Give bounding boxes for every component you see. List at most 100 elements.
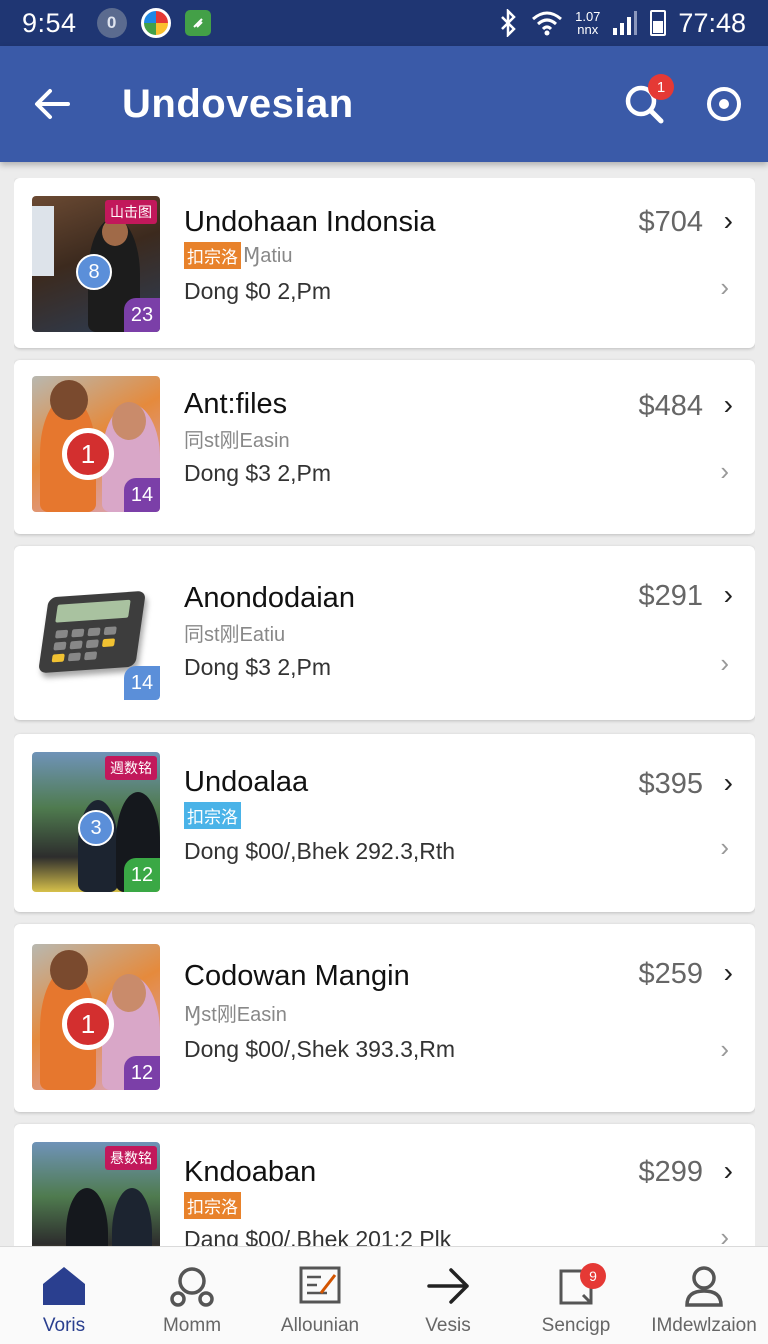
person-figure [66, 1188, 108, 1246]
network-speed-indicator: 1.07 nnx [575, 10, 600, 36]
item-tag-suffix: Ɱatiu [243, 245, 293, 267]
count-badge: 14 [124, 666, 160, 700]
profile-icon [685, 1266, 723, 1307]
chevron-right-icon[interactable]: › [724, 579, 733, 611]
nav-label: Momm [162, 1315, 222, 1336]
item-tag-row: 同st刚Eatiu [184, 618, 285, 647]
person-head [50, 380, 88, 420]
chevron-right-icon[interactable]: › [720, 1222, 729, 1246]
bluetooth-icon [501, 9, 516, 37]
thumbnail-label: 山击图 [105, 200, 157, 224]
page-title: Undovesian [122, 81, 354, 126]
item-subtitle: Dong $00/,Bhek 292.3,Rth [184, 838, 456, 864]
item-tag: 扣宗洛 [184, 802, 241, 829]
item-tag-row: Ɱst刚Easin [184, 998, 287, 1027]
item-tag-row: 扣宗洛 [184, 802, 241, 829]
chevron-right-icon[interactable]: › [720, 1034, 729, 1065]
item-tag: 扣宗洛 [184, 242, 241, 269]
chevron-right-icon[interactable]: › [720, 272, 729, 303]
count-badge: 12 [124, 858, 160, 892]
notification-icons: 0 [96, 8, 211, 38]
item-tag-suffix: 同st刚Eatiu [184, 624, 286, 646]
item-price: $299 [638, 1156, 703, 1188]
document-icon [299, 1266, 341, 1304]
item-title: Ant:files [184, 388, 288, 420]
item-list: 山击图 8 23 Undohaan Indonsia 扣宗洛 Ɱatiu Don… [14, 178, 755, 1246]
item-subtitle: Dong $00/,Shek 393.3,Rm [184, 1036, 456, 1062]
calculator-icon [37, 590, 147, 674]
item-thumbnail: 悬数铭 [32, 1142, 160, 1246]
list-item[interactable]: 1 14 Ant:files 同st刚Easin Dong $3 2,Pm $4… [14, 360, 755, 534]
item-subtitle: Dong $3 2,Pm [184, 654, 332, 680]
item-tag: 扣宗洛 [184, 1192, 241, 1219]
chevron-right-icon[interactable]: › [720, 832, 729, 863]
wifi-icon [532, 11, 563, 36]
target-icon [707, 87, 741, 121]
item-tag-row: 同st刚Easin [184, 424, 290, 453]
search-button[interactable]: 1 [614, 74, 674, 134]
back-arrow-icon [35, 89, 70, 119]
list-item[interactable]: 週数铭 3 12 Undoalaa 扣宗洛 Dong $00/,Bhek 292… [14, 734, 755, 912]
nav-item-voris[interactable]: Voris [0, 1247, 128, 1344]
item-tag-row: 扣宗洛 Ɱatiu [184, 242, 293, 269]
item-title: Undoalaa [184, 766, 309, 798]
color-wheel-app-icon [140, 8, 171, 38]
back-button[interactable] [22, 74, 82, 134]
nav-label: Vesis [425, 1315, 471, 1336]
chevron-right-icon[interactable]: › [724, 205, 733, 237]
nav-item-vesis[interactable]: Vesis [384, 1247, 512, 1344]
item-price: $395 [638, 768, 703, 800]
nav-item-imdewlzaion[interactable]: IMdewlzaion [640, 1247, 768, 1344]
position-badge: 1 [62, 998, 114, 1050]
settings-button[interactable] [694, 74, 754, 134]
chevron-right-icon[interactable]: › [724, 1155, 733, 1187]
people-icon [170, 1267, 214, 1307]
thumbnail-label: 週数铭 [105, 756, 157, 780]
chevron-right-icon[interactable]: › [724, 767, 733, 799]
nav-item-sencigp[interactable]: 9 Sencigp [512, 1247, 640, 1344]
chevron-right-icon[interactable]: › [720, 648, 729, 679]
signal-icon [613, 11, 638, 35]
item-title: Codowan Mangin [184, 960, 410, 992]
count-badge: 14 [124, 478, 160, 512]
count-badge: 23 [124, 298, 160, 332]
position-badge: 8 [76, 254, 112, 290]
nav-label: Voris [42, 1315, 86, 1336]
person-figure [112, 1188, 152, 1246]
count-badge: 12 [124, 1056, 160, 1090]
item-thumbnail: 1 14 [32, 376, 160, 512]
green-app-icon [184, 10, 211, 36]
calculator-screen [55, 599, 131, 623]
nav-item-momm[interactable]: Momm [128, 1247, 256, 1344]
battery-icon [650, 10, 667, 36]
app-bar: Undovesian 1 [0, 46, 768, 162]
nav-label: Sencigp [541, 1315, 611, 1336]
list-item[interactable]: 山击图 8 23 Undohaan Indonsia 扣宗洛 Ɱatiu Don… [14, 178, 755, 348]
person-head [112, 402, 146, 440]
chevron-right-icon[interactable]: › [720, 456, 729, 487]
nav-badge: 9 [580, 1263, 606, 1289]
search-badge: 1 [648, 74, 674, 100]
nav-item-allounian[interactable]: Allounian [256, 1247, 384, 1344]
list-item[interactable]: 14 Anondodaian 同st刚Eatiu Dong $3 2,Pm $2… [14, 546, 755, 720]
item-thumbnail: 1 12 [32, 944, 160, 1090]
list-item[interactable]: 1 12 Codowan Mangin Ɱst刚Easin Dong $00/,… [14, 924, 755, 1112]
status-clock: 77:48 [678, 7, 746, 38]
notification-count-icon: 0 [96, 8, 127, 38]
item-price: $704 [638, 206, 703, 238]
chevron-right-icon[interactable]: › [724, 957, 733, 989]
item-title: Undohaan Indonsia [184, 206, 436, 238]
position-badge: 1 [62, 428, 114, 480]
item-price: $484 [638, 390, 703, 422]
system-icons: 1.07 nnx 77:48 [497, 8, 746, 39]
thumbnail-label: 悬数铭 [105, 1146, 157, 1170]
item-price: $259 [638, 958, 703, 990]
list-item[interactable]: 悬数铭 Kndoaban 扣宗洛 Dang $00/,Bhek 201:2 Pl… [14, 1124, 755, 1246]
item-tag-suffix: 同st刚Easin [184, 430, 290, 452]
person-head [112, 974, 146, 1012]
item-tag-row: 扣宗洛 [184, 1192, 241, 1219]
item-subtitle: Dang $00/,Bhek 201:2 Plk [184, 1226, 452, 1246]
arrow-right-icon [427, 1268, 469, 1304]
nav-label: IMdewlzaion [651, 1315, 757, 1336]
chevron-right-icon[interactable]: › [724, 389, 733, 421]
